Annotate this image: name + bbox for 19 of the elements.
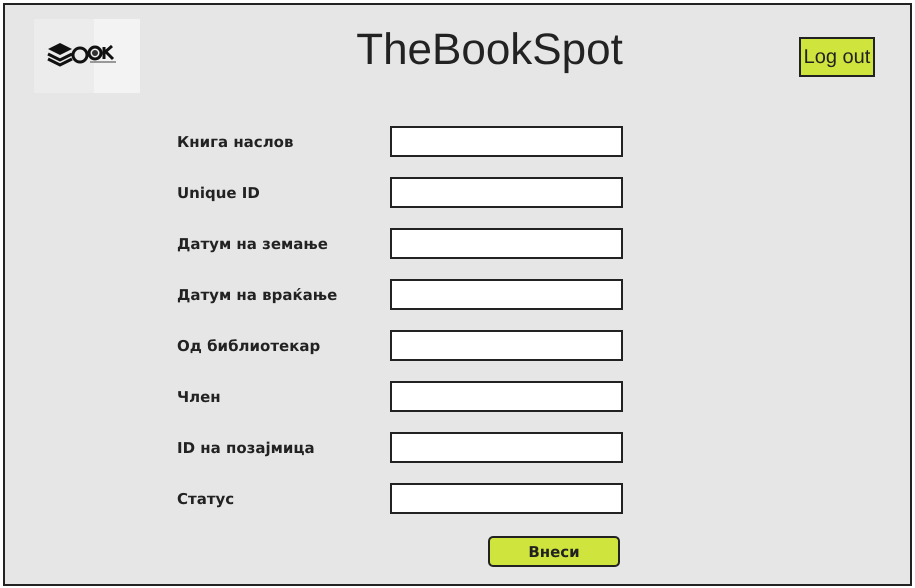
field-label: Unique ID <box>177 184 261 202</box>
input-field[interactable] <box>390 228 623 259</box>
field-label: ID на позајмица <box>177 438 316 456</box>
field-label: Датум на земање <box>177 234 329 252</box>
input-field[interactable] <box>390 330 623 361</box>
field-label: Статус <box>177 490 236 508</box>
input-field[interactable] <box>390 483 623 514</box>
logout-button[interactable]: Log out <box>799 37 875 77</box>
input-field[interactable] <box>390 432 623 463</box>
app-title: TheBookSpot <box>355 25 624 75</box>
input-field[interactable] <box>390 126 623 157</box>
input-field[interactable] <box>390 279 623 310</box>
submit-button[interactable]: Внеси <box>488 536 620 567</box>
field-label: Книга наслов <box>177 132 294 150</box>
field-label: Од библиотекар <box>177 336 322 354</box>
input-field[interactable] <box>390 381 623 412</box>
field-label: Член <box>177 388 222 406</box>
input-field[interactable] <box>390 177 623 208</box>
field-label: Датум на враќање <box>177 286 338 304</box>
